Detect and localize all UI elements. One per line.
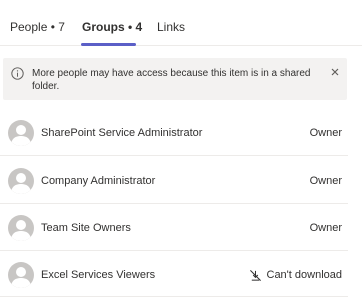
tab-bar: People • 7 Groups • 4 Links [0, 0, 362, 46]
close-icon[interactable] [330, 67, 340, 77]
avatar [8, 215, 34, 241]
tab-people[interactable]: People • 7 [10, 20, 65, 34]
avatar [8, 168, 34, 194]
person-icon [11, 173, 31, 194]
person-icon [11, 267, 31, 288]
group-name: Team Site Owners [41, 222, 131, 234]
active-tab-indicator [81, 43, 136, 46]
group-name: Company Administrator [41, 175, 156, 187]
permission-dropdown[interactable]: Owner [310, 222, 342, 235]
person-icon [11, 125, 31, 146]
group-row: Excel Services Viewers Can't download [0, 251, 348, 297]
avatar [8, 262, 34, 288]
group-row: SharePoint Service Administrator Owner [0, 109, 348, 156]
banner-message: More people may have access because this… [32, 68, 311, 92]
avatar [8, 120, 34, 146]
permission-dropdown[interactable]: Owner [310, 175, 342, 188]
person-icon [11, 220, 31, 241]
manage-access-panel: People • 7 Groups • 4 Links More people … [0, 0, 362, 300]
no-download-icon [249, 270, 261, 281]
permission-dropdown[interactable]: Owner [310, 127, 342, 140]
info-icon [11, 67, 24, 80]
group-name: Excel Services Viewers [41, 269, 156, 281]
permission-dropdown[interactable]: Can't download [249, 269, 343, 282]
shared-folder-info-banner: More people may have access because this… [3, 58, 347, 100]
tab-links[interactable]: Links [157, 20, 185, 34]
group-row: Company Administrator Owner [0, 157, 348, 204]
permission-label: Can't download [266, 269, 343, 281]
tab-groups[interactable]: Groups • 4 [82, 20, 142, 34]
group-row: Team Site Owners Owner [0, 204, 348, 251]
group-name: SharePoint Service Administrator [41, 127, 203, 139]
